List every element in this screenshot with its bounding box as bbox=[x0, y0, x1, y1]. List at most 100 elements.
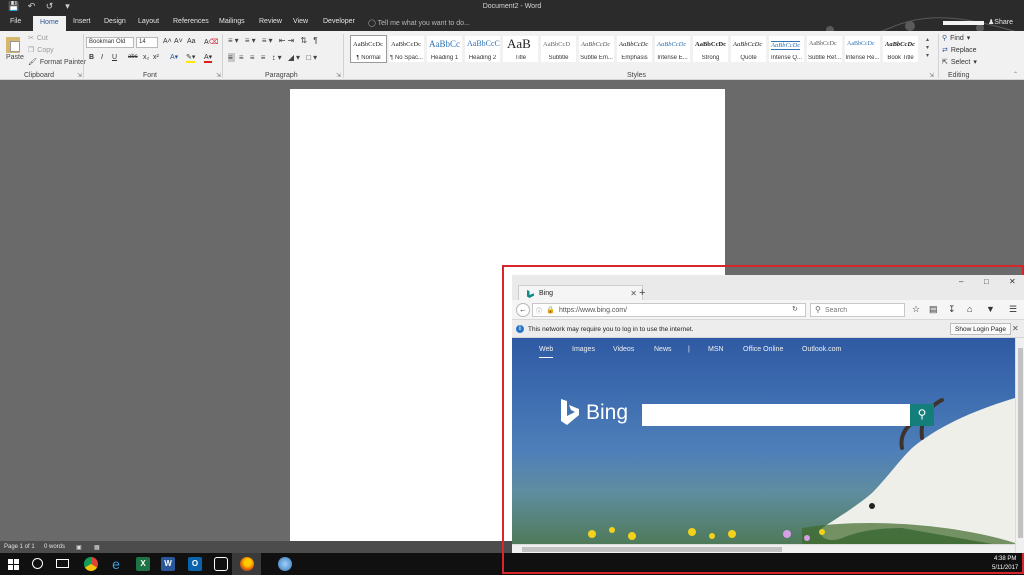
tab-developer[interactable]: Developer bbox=[323, 18, 355, 25]
vertical-scroll-thumb[interactable] bbox=[1018, 348, 1023, 538]
macro-icon[interactable]: ▦ bbox=[94, 544, 100, 551]
clear-format-button[interactable]: A⌫ bbox=[204, 38, 219, 46]
bing-nav-images[interactable]: Images bbox=[572, 346, 595, 353]
italic-button[interactable]: I bbox=[101, 54, 103, 61]
find-button[interactable]: ⚲ Find ▾ bbox=[942, 34, 970, 43]
page-count[interactable]: Page 1 of 1 bbox=[4, 544, 35, 550]
firefox-icon[interactable] bbox=[240, 557, 254, 571]
vertical-scrollbar[interactable] bbox=[1015, 338, 1024, 553]
tab-review[interactable]: Review bbox=[259, 18, 282, 25]
horizontal-scrollbar[interactable] bbox=[512, 544, 1015, 553]
network-app-icon[interactable] bbox=[278, 557, 292, 571]
grow-font-button[interactable]: A˄ bbox=[163, 38, 172, 45]
style-strong[interactable]: AaBbCcDc Strong bbox=[692, 35, 729, 63]
style-intense-reference[interactable]: AaBbCcDc Intense Re... bbox=[844, 35, 881, 63]
superscript-button[interactable]: x² bbox=[153, 54, 159, 61]
select-button[interactable]: ⇱ Select ▾ bbox=[942, 58, 977, 67]
collapse-ribbon-icon[interactable]: ⌃ bbox=[1013, 71, 1018, 78]
align-center-icon[interactable]: ≡ bbox=[239, 53, 246, 62]
bing-nav-news[interactable]: News bbox=[654, 346, 672, 353]
excel-icon[interactable]: X bbox=[136, 557, 150, 571]
tab-file[interactable]: File bbox=[10, 18, 21, 25]
tab-view[interactable]: View bbox=[293, 18, 308, 25]
line-spacing-icon[interactable]: ↕▾ bbox=[272, 53, 284, 62]
styles-launcher-icon[interactable]: ⇲ bbox=[929, 72, 934, 79]
windows-start-icon[interactable] bbox=[8, 559, 19, 570]
tab-design[interactable]: Design bbox=[104, 18, 126, 25]
bing-nav-web[interactable]: Web bbox=[539, 346, 554, 358]
user-name-redacted[interactable] bbox=[943, 21, 984, 25]
style-book-title[interactable]: AaBbCcDc Book Title bbox=[882, 35, 919, 63]
browser-tab[interactable]: Bing ✕ bbox=[518, 285, 643, 300]
font-name-select[interactable]: Bookman Old bbox=[86, 37, 134, 48]
close-icon[interactable]: ✕ bbox=[1009, 277, 1016, 286]
browser-search-input[interactable] bbox=[825, 306, 901, 315]
bing-search-input[interactable] bbox=[642, 404, 910, 426]
minimize-icon[interactable]: – bbox=[959, 277, 963, 286]
replace-button[interactable]: ⇄ Replace bbox=[942, 46, 977, 55]
chevron-up-icon[interactable]: ▴ bbox=[926, 36, 934, 44]
bold-button[interactable]: B bbox=[89, 54, 94, 61]
info-icon[interactable]: ⓘ bbox=[536, 306, 542, 315]
text-effects-icon[interactable]: A▾ bbox=[170, 53, 178, 61]
numbering-icon[interactable]: ≡▾ bbox=[245, 36, 258, 45]
tab-layout[interactable]: Layout bbox=[138, 18, 159, 25]
strikethrough-button[interactable]: abc bbox=[128, 54, 138, 60]
style-title[interactable]: AaB Title bbox=[502, 35, 539, 63]
share-button[interactable]: ♟Share bbox=[988, 18, 1013, 26]
style-emphasis[interactable]: AaBbCcDc Emphasis bbox=[616, 35, 653, 63]
reading-list-icon[interactable]: ▤ bbox=[929, 304, 938, 315]
close-tab-icon[interactable]: ✕ bbox=[630, 289, 637, 298]
style-subtle-reference[interactable]: AaBbCcDc Subtle Ref... bbox=[806, 35, 843, 63]
subscript-button[interactable]: x₂ bbox=[143, 54, 149, 61]
more-styles-icon[interactable]: ▾ bbox=[926, 52, 934, 60]
proofing-icon[interactable]: ▣ bbox=[76, 544, 82, 551]
styles-scroll-buttons[interactable]: ▴ ▾ ▾ bbox=[926, 36, 934, 64]
outlook-icon[interactable]: O bbox=[188, 557, 202, 571]
copy-button[interactable]: ❐ Copy bbox=[28, 46, 54, 55]
tab-insert[interactable]: Insert bbox=[73, 18, 91, 25]
pocket-icon[interactable]: ▼ bbox=[986, 304, 995, 314]
style-intense-quote[interactable]: AaBbCcDc Intense Q... bbox=[768, 35, 805, 63]
style-subtle-emphasis[interactable]: AaBbCcDc Subtle Em... bbox=[578, 35, 615, 63]
shrink-font-button[interactable]: A˅ bbox=[174, 38, 183, 45]
font-size-select[interactable]: 14 bbox=[136, 37, 158, 48]
style-subtitle[interactable]: AaBbCcD Subtitle bbox=[540, 35, 577, 63]
cut-button[interactable]: ✂ Cut bbox=[28, 34, 48, 43]
word-icon[interactable]: W bbox=[161, 557, 175, 571]
align-left-icon[interactable]: ≡ bbox=[228, 53, 235, 62]
alignment-buttons[interactable]: ≡ ≡ ≡ ≡ ↕▾ ◢▾ □▾ bbox=[228, 53, 319, 62]
sort-icon[interactable]: ⇅ bbox=[300, 36, 309, 45]
store-icon[interactable] bbox=[214, 557, 228, 571]
style-intense-emphasis[interactable]: AaBbCcDc Intense E... bbox=[654, 35, 691, 63]
style-heading-2[interactable]: AaBbCcC Heading 2 bbox=[464, 35, 501, 63]
task-view-icon[interactable] bbox=[56, 559, 69, 568]
bing-nav-office-online[interactable]: Office Online bbox=[743, 346, 783, 353]
close-notification-icon[interactable]: ✕ bbox=[1012, 324, 1019, 333]
url-bar[interactable]: ⓘ 🔒 https://www.bing.com/ bbox=[532, 303, 806, 317]
bing-search-button[interactable]: ⚲ bbox=[910, 404, 934, 426]
borders-icon[interactable]: □▾ bbox=[306, 53, 319, 62]
horizontal-scroll-thumb[interactable] bbox=[522, 547, 782, 552]
font-launcher-icon[interactable]: ⇲ bbox=[216, 72, 221, 79]
show-login-page-button[interactable]: Show Login Page bbox=[950, 323, 1011, 335]
change-case-button[interactable]: Aa bbox=[187, 38, 196, 45]
edge-icon[interactable]: e bbox=[109, 557, 123, 571]
cortana-icon[interactable] bbox=[32, 558, 43, 569]
chrome-icon[interactable] bbox=[84, 557, 98, 571]
bookmark-star-icon[interactable]: ☆ bbox=[912, 304, 920, 315]
home-icon[interactable]: ⌂ bbox=[967, 304, 972, 314]
bing-nav-msn[interactable]: MSN bbox=[708, 346, 724, 353]
style-no-spacing[interactable]: AaBbCcDc ¶ No Spac... bbox=[388, 35, 425, 63]
list-buttons[interactable]: ≡▾ ≡▾ ≡▾ ⇤⇥ ⇅ ¶ bbox=[228, 36, 320, 45]
tell-me-box[interactable]: ◯ Tell me what you want to do... bbox=[368, 19, 470, 27]
maximize-icon[interactable]: □ bbox=[984, 277, 989, 286]
reload-icon[interactable]: ↻ bbox=[792, 305, 798, 313]
bing-nav-outlook[interactable]: Outlook.com bbox=[802, 346, 841, 353]
show-marks-icon[interactable]: ¶ bbox=[313, 36, 319, 45]
shading-icon[interactable]: ◢▾ bbox=[288, 53, 302, 62]
justify-icon[interactable]: ≡ bbox=[261, 53, 268, 62]
download-icon[interactable]: ↧ bbox=[948, 304, 956, 315]
tab-home[interactable]: Home bbox=[33, 16, 66, 31]
underline-button[interactable]: U bbox=[112, 54, 117, 61]
